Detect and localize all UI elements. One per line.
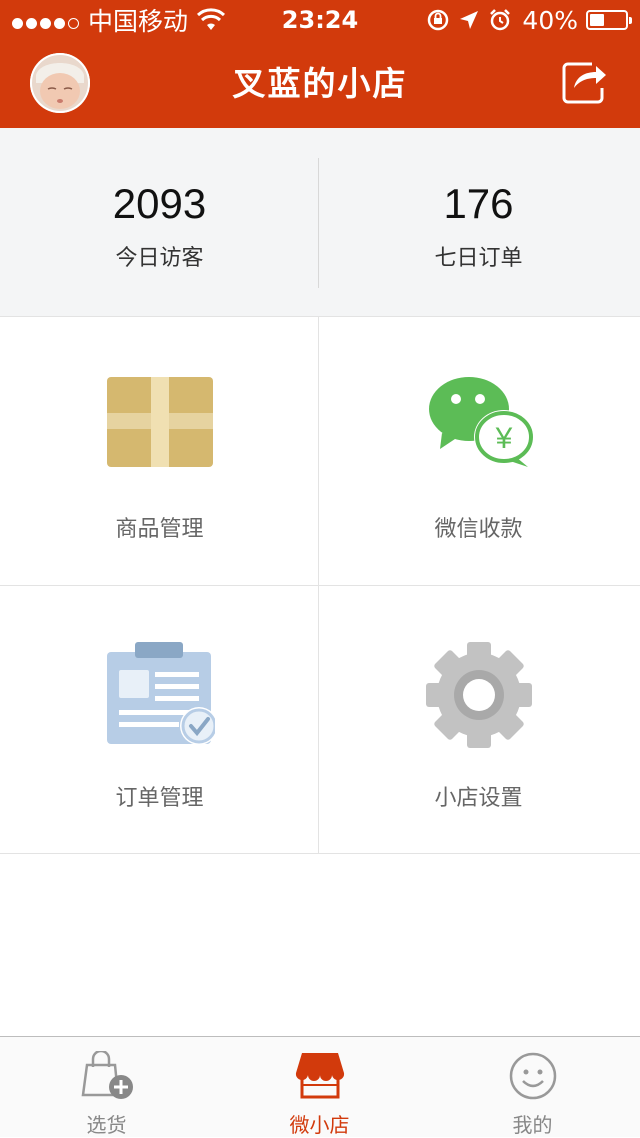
- menu-item-product-management[interactable]: 商品管理: [0, 317, 319, 585]
- stats-panel: 2093 今日访客 176 七日订单: [0, 128, 640, 317]
- battery-percent: 40%: [522, 5, 578, 35]
- tab-label: 微小店: [289, 1113, 350, 1137]
- wechat-payment-icon: ¥: [429, 377, 534, 467]
- shop-title: 叉蓝的小店: [232, 64, 408, 103]
- order-clipboard-icon: [107, 642, 215, 745]
- tab-label: 我的: [512, 1113, 553, 1137]
- stat-value: 176: [443, 180, 514, 227]
- svg-text:¥: ¥: [495, 422, 513, 455]
- package-icon: [107, 377, 213, 467]
- tab-mine[interactable]: 我的: [426, 1037, 639, 1137]
- status-bar: 中国移动 23:24 40%: [0, 0, 640, 40]
- battery-icon: [586, 10, 632, 30]
- navigation-bar: 叉蓝的小店: [0, 40, 640, 128]
- storefront-icon: [295, 1053, 345, 1099]
- menu-item-shop-settings[interactable]: 小店设置: [319, 586, 638, 854]
- smiley-icon: [509, 1052, 557, 1100]
- tab-micro-shop[interactable]: 微小店: [213, 1037, 426, 1137]
- top-bar: 中国移动 23:24 40% 叉蓝的小店: [0, 0, 640, 128]
- stat-label: 七日订单: [434, 246, 523, 271]
- orientation-lock-icon: [428, 9, 449, 31]
- orders-stat[interactable]: 176 七日订单: [319, 128, 638, 316]
- grid-divider: [318, 317, 319, 853]
- shopping-bag-add-icon: [81, 1051, 133, 1099]
- share-icon[interactable]: [562, 58, 608, 104]
- menu-item-order-management[interactable]: 订单管理: [0, 586, 319, 854]
- menu-item-label: 小店设置: [434, 786, 523, 811]
- grid-divider: [0, 853, 640, 854]
- menu-item-label: 商品管理: [115, 517, 204, 542]
- tab-select-goods[interactable]: 选货: [0, 1037, 213, 1137]
- alarm-icon: [490, 9, 511, 31]
- menu-item-label: 订单管理: [115, 786, 204, 811]
- menu-item-label: 微信收款: [434, 517, 523, 542]
- tab-bar: 选货 微小店 我的: [0, 1036, 640, 1137]
- gear-icon: [426, 642, 532, 748]
- menu-item-wechat-payment[interactable]: ¥ 微信收款: [319, 317, 638, 585]
- location-arrow-icon: [460, 11, 479, 29]
- stat-label: 今日访客: [115, 246, 204, 271]
- tab-label: 选货: [86, 1113, 127, 1137]
- visitors-stat[interactable]: 2093 今日访客: [0, 128, 319, 316]
- stat-value: 2093: [112, 180, 207, 227]
